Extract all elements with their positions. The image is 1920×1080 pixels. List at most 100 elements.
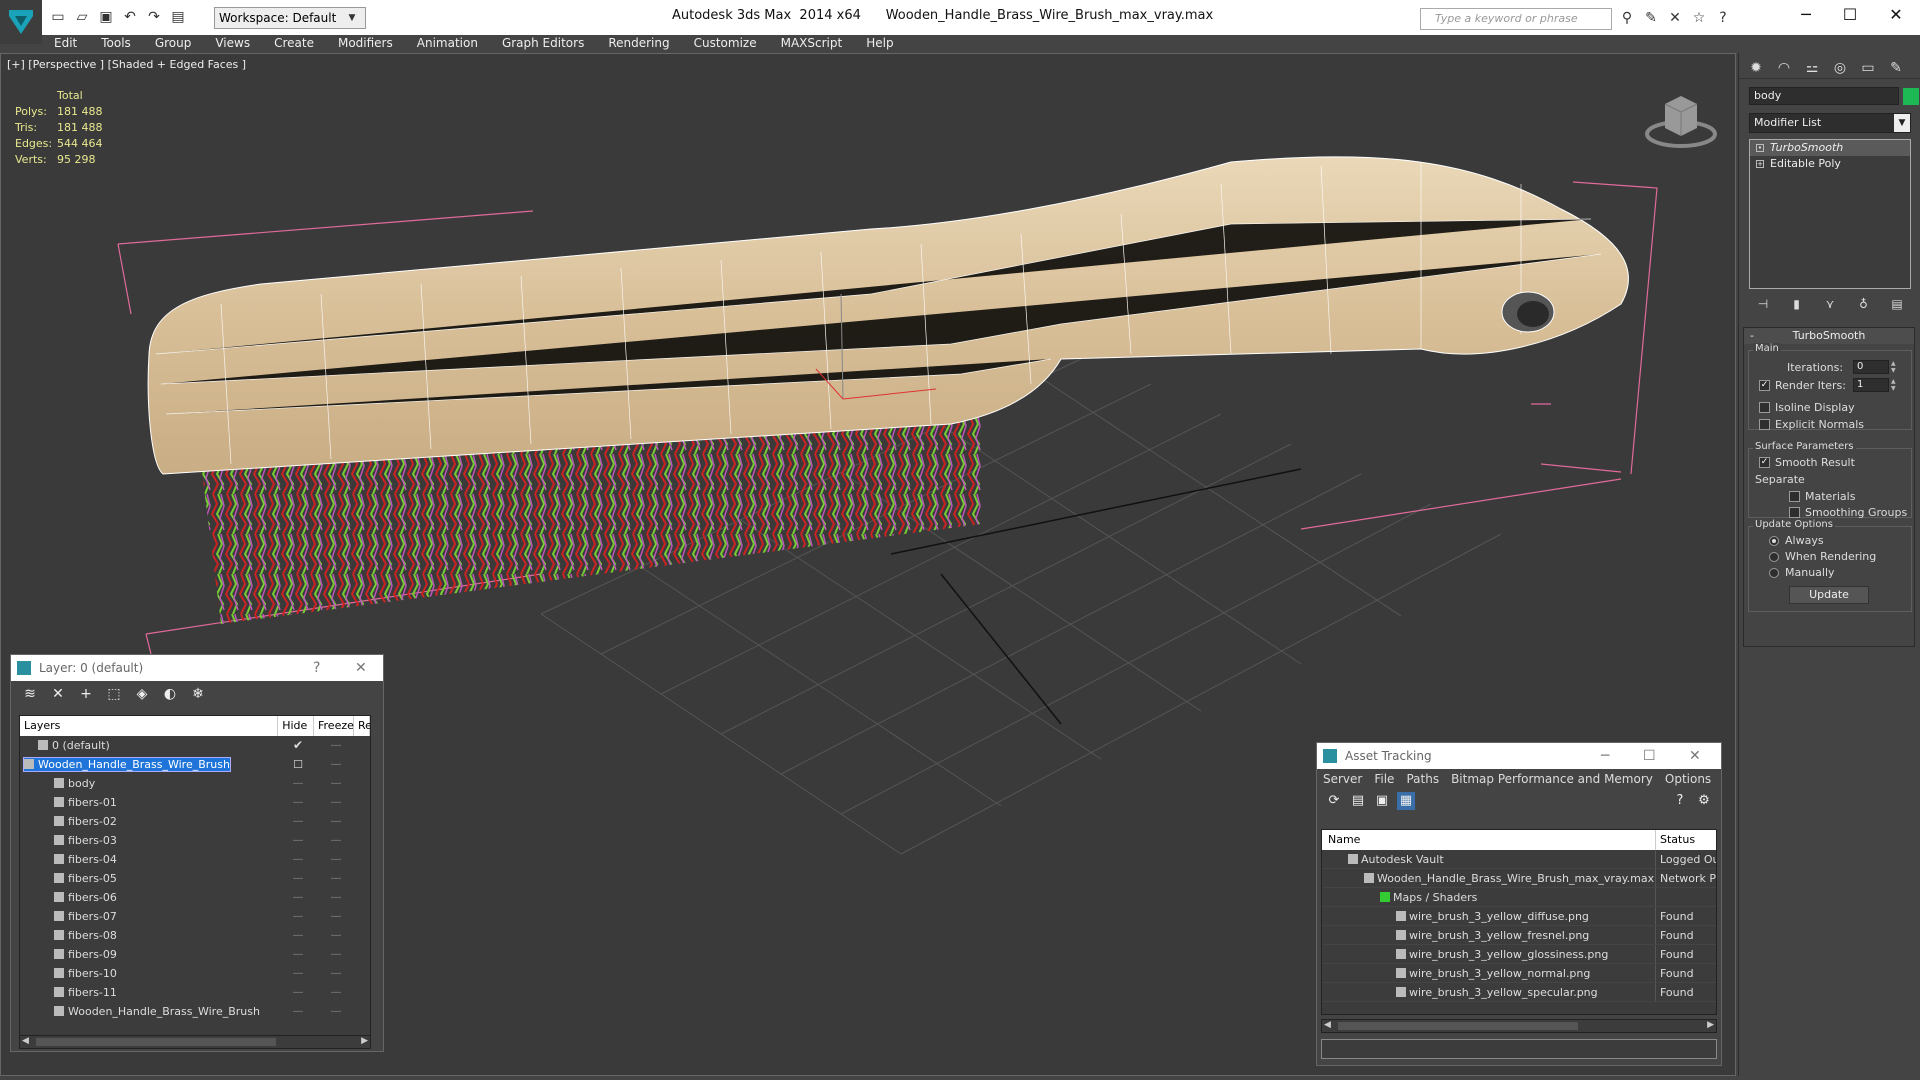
update-button[interactable]: Update <box>1789 586 1869 604</box>
table-row[interactable]: fibers-04 ── ── <box>20 850 370 869</box>
col-hide[interactable]: Hide <box>278 716 314 736</box>
utilities-tab-icon[interactable]: ✎ <box>1885 59 1907 77</box>
chevron-down-icon[interactable]: ▼ <box>1894 114 1910 132</box>
pin-stack-icon[interactable]: ⊣ <box>1755 297 1771 313</box>
expand-icon[interactable]: + <box>1756 160 1764 168</box>
table-view-icon[interactable]: ▦ <box>1397 792 1415 810</box>
scroll-left-icon[interactable]: ◀ <box>1324 1020 1331 1030</box>
hide-toggle[interactable]: ── <box>280 793 316 812</box>
materials-checkbox[interactable] <box>1789 491 1800 502</box>
open-file-icon[interactable]: ▱ <box>72 9 92 25</box>
smoothing-groups-checkbox[interactable] <box>1789 507 1800 518</box>
rollout-header[interactable]: - TurboSmooth <box>1744 328 1914 344</box>
render-iters-checkbox[interactable]: ✓ <box>1759 380 1770 391</box>
always-radio[interactable] <box>1769 536 1779 546</box>
minimize-button[interactable]: ─ <box>1601 743 1609 769</box>
freeze-toggle[interactable]: ── <box>316 755 356 774</box>
save-file-icon[interactable]: ▣ <box>96 9 116 25</box>
layer-horizontal-scrollbar[interactable]: ◀ ▶ <box>19 1035 371 1049</box>
modifier-list-dropdown[interactable]: Modifier List ▼ <box>1749 113 1911 133</box>
col-layers[interactable]: Layers <box>20 716 279 736</box>
menu-create[interactable]: Create <box>262 36 326 53</box>
table-row[interactable]: wire_brush_3_yellow_diffuse.png Found <box>1322 907 1716 926</box>
table-row[interactable]: fibers-05 ── ── <box>20 869 370 888</box>
help-icon[interactable]: ? <box>1671 792 1689 810</box>
table-row[interactable]: Autodesk Vault Logged Ou <box>1322 850 1716 869</box>
workspace-dropdown[interactable]: Workspace: Default <box>214 7 366 29</box>
hide-toggle[interactable]: ── <box>280 812 316 831</box>
freeze-toggle[interactable]: ── <box>316 869 356 888</box>
hide-toggle[interactable]: ── <box>280 907 316 926</box>
menu-help[interactable]: Help <box>854 36 905 53</box>
col-freeze[interactable]: Freeze <box>314 716 354 736</box>
freeze-toggle[interactable]: ── <box>316 964 356 983</box>
scroll-left-icon[interactable]: ◀ <box>22 1036 29 1046</box>
spinner-arrows-icon[interactable]: ▲ ▼ <box>1891 378 1899 392</box>
maximize-button[interactable]: ☐ <box>1840 5 1860 24</box>
table-row[interactable]: fibers-09 ── ── <box>20 945 370 964</box>
table-row[interactable]: 0 (default) ✔ ── <box>20 736 370 755</box>
freeze-toggle[interactable]: ── <box>316 907 356 926</box>
delete-layer-icon[interactable]: ✕ <box>49 685 67 703</box>
freeze-toggle[interactable]: ── <box>316 812 356 831</box>
explicit-normals-checkbox[interactable] <box>1759 419 1770 430</box>
table-row[interactable]: fibers-07 ── ── <box>20 907 370 926</box>
table-row[interactable]: fibers-10 ── ── <box>20 964 370 983</box>
hide-toggle[interactable]: ── <box>280 831 316 850</box>
freeze-toggle[interactable]: ── <box>316 983 356 1002</box>
hide-toggle[interactable]: ── <box>280 945 316 964</box>
table-row[interactable]: wire_brush_3_yellow_normal.png Found <box>1322 964 1716 983</box>
menu-customize[interactable]: Customize <box>682 36 769 53</box>
hide-toggle[interactable]: ── <box>280 888 316 907</box>
viewport-label[interactable]: [+] [Perspective ] [Shaded + Edged Faces… <box>7 58 246 71</box>
menu-rendering[interactable]: Rendering <box>596 36 681 53</box>
add-layer-icon[interactable]: + <box>77 685 95 703</box>
layer-stack-icon[interactable]: ≋ <box>21 685 39 703</box>
table-row[interactable]: fibers-06 ── ── <box>20 888 370 907</box>
asset-menu-paths[interactable]: Paths <box>1400 769 1445 789</box>
menu-graph-editors[interactable]: Graph Editors <box>490 36 596 53</box>
make-unique-icon[interactable]: ⋎ <box>1822 297 1838 313</box>
when-rendering-radio[interactable] <box>1769 552 1779 562</box>
redo-icon[interactable]: ↷ <box>144 9 164 25</box>
hide-toggle[interactable]: ── <box>280 850 316 869</box>
freeze-toggle[interactable]: ── <box>316 831 356 850</box>
set-current-icon[interactable]: ☐ <box>280 755 316 774</box>
communication-icon[interactable]: ✎ <box>1642 9 1660 27</box>
list-view-icon[interactable]: ▤ <box>1349 792 1367 810</box>
configure-sets-icon[interactable]: ▤ <box>1889 297 1905 313</box>
freeze-toggle[interactable]: ── <box>316 793 356 812</box>
minimize-button[interactable]: ─ <box>1796 5 1816 24</box>
table-row[interactable]: Wooden_Handle_Brass_Wire_Brush ☐ ── <box>20 755 370 774</box>
freeze-all-icon[interactable]: ❄ <box>189 685 207 703</box>
menu-modifiers[interactable]: Modifiers <box>326 36 405 53</box>
app-menu-button[interactable] <box>0 0 42 44</box>
hierarchy-tab-icon[interactable]: ⚍ <box>1801 59 1823 77</box>
table-row[interactable]: wire_brush_3_yellow_glossiness.png Found <box>1322 945 1716 964</box>
menu-edit[interactable]: Edit <box>42 36 89 53</box>
col-name[interactable]: Name <box>1322 830 1656 850</box>
table-row[interactable]: Wooden_Handle_Brass_Wire_Brush ── ── <box>20 1002 370 1021</box>
isoline-checkbox[interactable] <box>1759 402 1770 413</box>
scroll-right-icon[interactable]: ▶ <box>361 1036 368 1046</box>
search-input[interactable]: Type a keyword or phrase <box>1420 8 1612 30</box>
viewcube[interactable] <box>1641 84 1721 157</box>
menu-maxscript[interactable]: MAXScript <box>769 36 855 53</box>
asset-horizontal-scrollbar[interactable]: ◀ ▶ <box>1321 1019 1717 1033</box>
close-icon[interactable]: ✕ <box>1689 743 1701 769</box>
object-name-field[interactable]: body <box>1749 87 1899 105</box>
create-tab-icon[interactable]: ✹ <box>1745 59 1767 77</box>
select-layer-icon[interactable]: ⬚ <box>105 685 123 703</box>
asset-menu-server[interactable]: Server <box>1317 769 1368 789</box>
freeze-toggle[interactable]: ── <box>316 850 356 869</box>
thumbnail-view-icon[interactable]: ▣ <box>1373 792 1391 810</box>
freeze-toggle[interactable]: ── <box>316 888 356 907</box>
close-icon[interactable]: ✕ <box>355 655 367 681</box>
table-row[interactable]: Wooden_Handle_Brass_Wire_Brush_max_vray.… <box>1322 869 1716 888</box>
new-file-icon[interactable]: ▭ <box>48 9 68 25</box>
menu-animation[interactable]: Animation <box>405 36 490 53</box>
hide-toggle[interactable]: ── <box>280 983 316 1002</box>
stack-item-turbosmooth[interactable]: • TurboSmooth <box>1750 140 1910 156</box>
scroll-thumb[interactable] <box>36 1038 276 1046</box>
table-row[interactable]: Maps / Shaders <box>1322 888 1716 907</box>
